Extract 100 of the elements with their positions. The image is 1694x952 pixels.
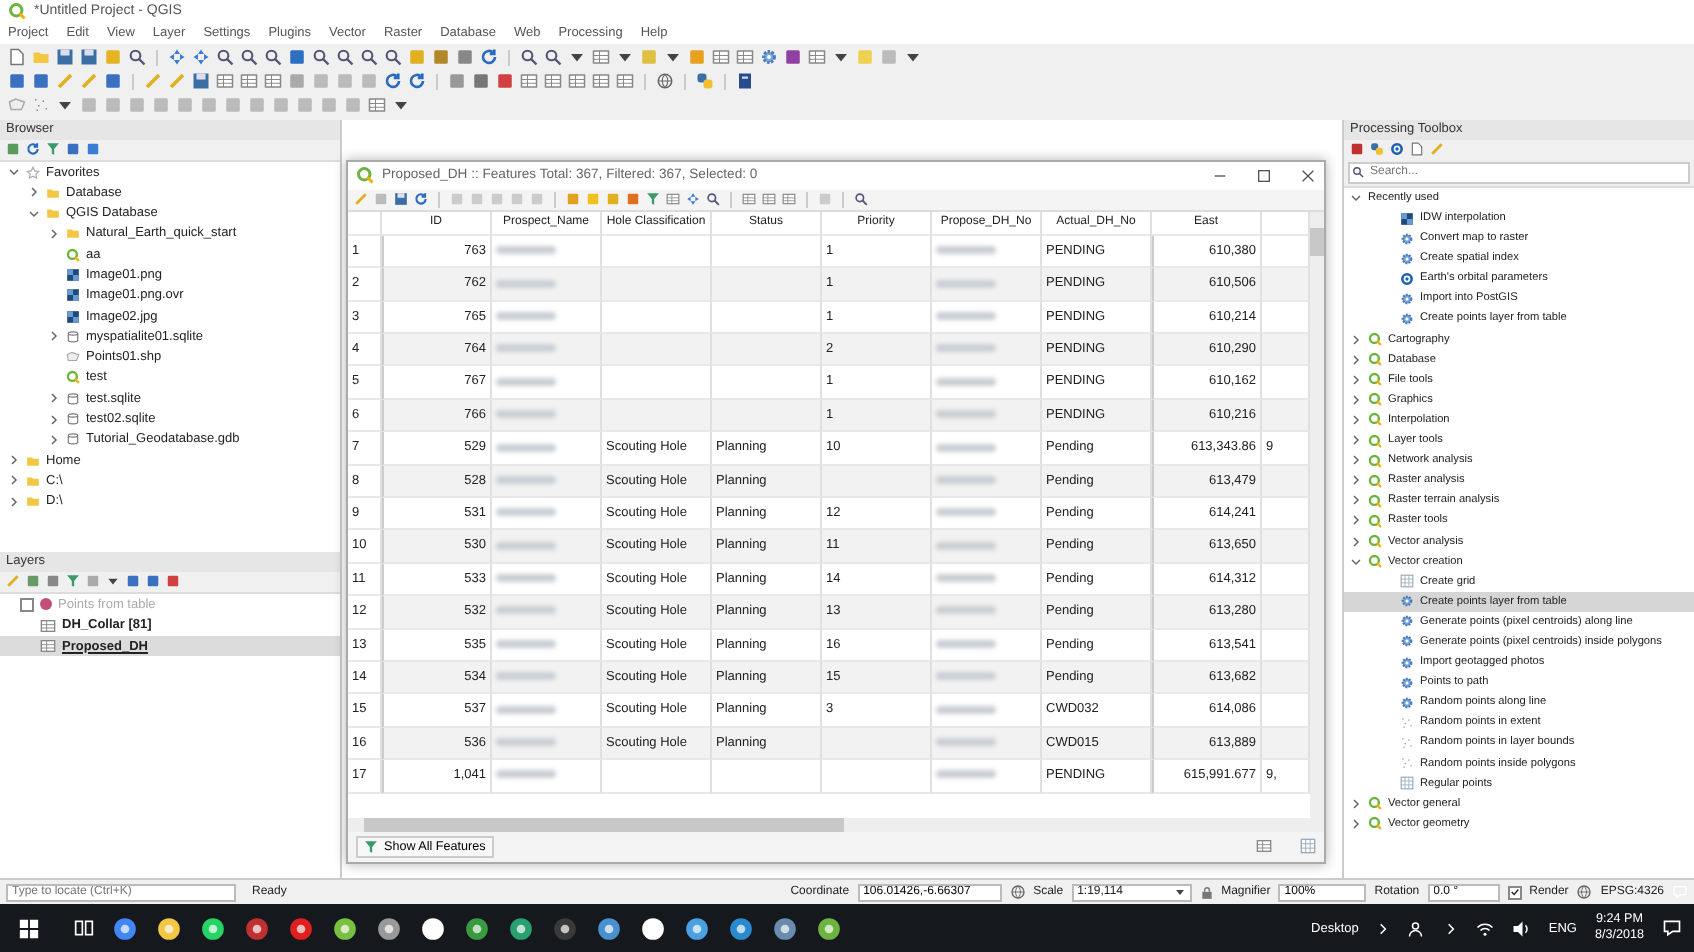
book-icon[interactable] (736, 72, 754, 91)
square-icon[interactable] (146, 574, 160, 589)
table-icon[interactable] (782, 192, 796, 207)
app-icon[interactable] (508, 915, 534, 942)
dots-icon[interactable] (32, 96, 50, 115)
magnifier-icon[interactable] (706, 192, 720, 207)
maximize-icon[interactable] (1256, 167, 1272, 184)
wifi-icon[interactable] (1476, 919, 1495, 938)
table-icon[interactable] (736, 48, 754, 67)
document-icon[interactable] (8, 48, 26, 67)
app-icon[interactable] (816, 915, 842, 942)
save-icon[interactable] (56, 48, 74, 67)
app-icon[interactable] (464, 915, 490, 942)
caret-icon[interactable] (392, 96, 410, 115)
people-icon[interactable] (1408, 919, 1427, 938)
windows-icon[interactable] (17, 917, 39, 940)
refresh-icon[interactable] (480, 48, 498, 67)
checkbox[interactable] (20, 597, 34, 612)
magnifier-icon[interactable] (216, 48, 234, 67)
square-icon[interactable] (66, 142, 80, 157)
refresh-icon[interactable] (26, 142, 40, 157)
magnifier-icon[interactable] (336, 48, 354, 67)
square-icon[interactable] (472, 72, 490, 91)
filter-icon[interactable] (46, 142, 60, 157)
close-icon[interactable] (1300, 167, 1316, 184)
caret-icon[interactable] (106, 574, 120, 589)
magnifier-icon[interactable] (854, 192, 868, 207)
scrollbar[interactable] (1310, 211, 1324, 818)
app-icon[interactable] (640, 915, 666, 942)
square-icon[interactable] (432, 48, 450, 67)
app-icon[interactable] (244, 915, 270, 942)
square-icon[interactable] (288, 48, 306, 67)
chevron-icon[interactable] (1444, 921, 1459, 936)
task-view-icon[interactable] (74, 918, 94, 939)
table-icon[interactable] (240, 72, 258, 91)
speaker-icon[interactable] (1512, 919, 1531, 938)
checkbox[interactable] (1507, 885, 1522, 900)
square-icon[interactable] (126, 574, 140, 589)
ring-icon[interactable] (1390, 142, 1404, 157)
app-icon[interactable] (200, 915, 226, 942)
refresh-icon[interactable] (408, 72, 426, 91)
scrollbar[interactable] (348, 817, 1324, 832)
move-icon[interactable] (686, 192, 700, 207)
app-icon[interactable] (684, 915, 710, 942)
square-icon[interactable] (448, 72, 466, 91)
square-icon[interactable] (6, 142, 20, 157)
save-icon[interactable] (192, 72, 210, 91)
chevron-icon[interactable] (1376, 921, 1391, 936)
app-icon[interactable] (728, 915, 754, 942)
square-icon[interactable] (104, 72, 122, 91)
globe-icon[interactable] (1009, 884, 1026, 901)
square-icon[interactable] (8, 72, 26, 91)
caret-icon[interactable] (832, 48, 850, 67)
app-icon[interactable] (112, 915, 138, 942)
table-icon[interactable] (762, 192, 776, 207)
square-icon[interactable] (86, 142, 100, 157)
document-icon[interactable] (1410, 142, 1424, 157)
app-icon[interactable] (552, 915, 578, 942)
globe-icon[interactable] (656, 72, 674, 91)
square-icon[interactable] (46, 574, 60, 589)
table-icon[interactable] (742, 192, 756, 207)
magnifier-icon[interactable] (520, 48, 538, 67)
save-icon[interactable] (80, 48, 98, 67)
grid-icon[interactable] (1300, 838, 1316, 855)
notification-icon[interactable] (1662, 918, 1682, 939)
caret-icon[interactable] (664, 48, 682, 67)
magnifier-icon[interactable] (384, 48, 402, 67)
caret-icon[interactable] (616, 48, 634, 67)
table-icon[interactable] (1256, 838, 1272, 855)
lock-icon[interactable] (1199, 885, 1214, 900)
refresh-icon[interactable] (414, 192, 428, 207)
magnifier-icon[interactable] (544, 48, 562, 67)
move-icon[interactable] (168, 48, 186, 67)
app-icon[interactable] (420, 915, 446, 942)
app-icon[interactable] (156, 915, 182, 942)
gear-icon[interactable] (760, 48, 778, 67)
magnifier-icon[interactable] (240, 48, 258, 67)
magnifier-icon[interactable] (128, 48, 146, 67)
app-icon[interactable] (288, 915, 314, 942)
app-icon[interactable] (376, 915, 402, 942)
table-icon[interactable] (216, 72, 234, 91)
square-icon[interactable] (166, 574, 180, 589)
move-icon[interactable] (192, 48, 210, 67)
square-icon[interactable] (784, 48, 802, 67)
table-icon[interactable] (520, 72, 538, 91)
globe-icon[interactable] (1576, 884, 1593, 901)
save-icon[interactable] (394, 192, 408, 207)
caret-icon[interactable] (56, 96, 74, 115)
filter-icon[interactable] (66, 574, 80, 589)
table-icon[interactable] (264, 72, 282, 91)
square-icon[interactable] (496, 72, 514, 91)
square-icon[interactable] (1350, 142, 1364, 157)
caret-icon[interactable] (568, 48, 586, 67)
filter-icon[interactable] (646, 192, 660, 207)
square-icon[interactable] (32, 72, 50, 91)
caret-icon[interactable] (904, 48, 922, 67)
app-icon[interactable] (596, 915, 622, 942)
refresh-icon[interactable] (384, 72, 402, 91)
square-icon[interactable] (26, 574, 40, 589)
square-icon[interactable] (626, 192, 640, 207)
